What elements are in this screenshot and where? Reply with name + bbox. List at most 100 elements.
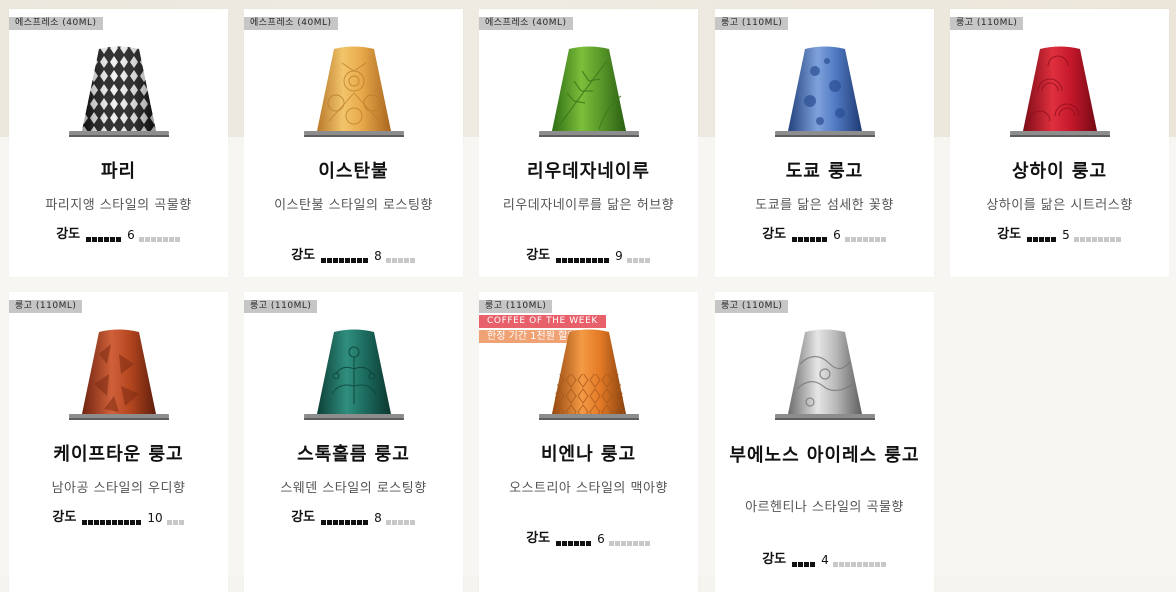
intensity-dot-empty: [626, 257, 632, 263]
product-card-vienna-lungo[interactable]: 룽고 (110ML) COFFEE OF THE WEEK 한정 기간 1천원 …: [479, 292, 698, 592]
size-tag: 룽고 (110ML): [9, 300, 83, 313]
intensity-value: 10: [147, 510, 163, 525]
intensity-label: 강도: [291, 248, 316, 263]
product-description: 파리지앵 스타일의 곡물향: [45, 198, 192, 213]
intensity-dot-filled: [792, 236, 798, 242]
product-description: 아르헨티나 스타일의 곡물향: [745, 500, 904, 515]
intensity-label: 강도: [526, 248, 551, 263]
product-description: 도쿄를 닮은 섬세한 꽃향: [755, 198, 894, 213]
intensity-dot-filled: [88, 519, 94, 525]
intensity-dot-filled: [321, 519, 327, 525]
intensity-dot-empty: [150, 236, 156, 242]
size-tag: 룽고 (110ML): [950, 17, 1024, 30]
intensity-filled-dots: [86, 232, 122, 242]
intensity-dot-empty: [156, 236, 162, 242]
intensity-dot-empty: [880, 561, 886, 567]
intensity-dot-filled: [574, 257, 580, 263]
intensity-dot-empty: [844, 561, 850, 567]
intensity-dot-filled: [580, 257, 586, 263]
buenosaires-capsule-image: [775, 329, 875, 420]
product-card-buenosaires-lungo[interactable]: 룽고 (110ML) 부에노스 아이레스 룽고 아르헨티나 스타일의 곡물향 강…: [715, 292, 934, 592]
intensity-label: 강도: [291, 510, 316, 525]
intensity-dot-filled: [333, 519, 339, 525]
intensity-dot-filled: [351, 519, 357, 525]
intensity-dot-empty: [608, 540, 614, 546]
intensity-dot-empty: [1091, 236, 1097, 242]
intensity-dot-empty: [409, 257, 415, 263]
intensity-dot-empty: [614, 540, 620, 546]
intensity-dot-filled: [124, 519, 130, 525]
intensity-dot-empty: [1109, 236, 1115, 242]
size-tag: 에스프레소 (40ML): [9, 17, 103, 30]
intensity-dot-filled: [1051, 236, 1057, 242]
intensity-empty-dots: [608, 536, 651, 546]
intensity-dot-filled: [574, 540, 580, 546]
intensity-dot-filled: [86, 236, 92, 242]
intensity-value: 8: [374, 510, 382, 525]
intensity-dot-filled: [321, 257, 327, 263]
intensity-dot-empty: [174, 236, 180, 242]
intensity-dot-empty: [880, 236, 886, 242]
intensity-dot-empty: [838, 561, 844, 567]
intensity-dot-filled: [339, 519, 345, 525]
product-card-istanbul[interactable]: 에스프레소 (40ML) 이스탄불 이스탄불 스타일의 로스팅향 강도 8: [244, 9, 463, 277]
intensity-dot-filled: [804, 236, 810, 242]
product-name: 상하이 룽고: [1011, 161, 1108, 182]
product-card-capetown-lungo[interactable]: 룽고 (110ML) 케이프타운 룽고 남아공 스타일의 우디향 강도 10: [9, 292, 228, 592]
intensity-dot-filled: [816, 236, 822, 242]
intensity-dot-empty: [626, 540, 632, 546]
intensity-label: 강도: [762, 227, 787, 242]
intensity-dot-empty: [638, 540, 644, 546]
product-name: 리우데자네이루: [527, 161, 650, 182]
product-card-stockholm-lungo[interactable]: 룽고 (110ML) 스톡홀름 룽고 스웨덴 스타일의 로스팅향 강도 8: [244, 292, 463, 592]
size-tag: 룽고 (110ML): [715, 17, 789, 30]
intensity-dot-filled: [106, 519, 112, 525]
intensity-dot-filled: [363, 519, 369, 525]
intensity-filled-dots: [321, 515, 369, 525]
product-description: 남아공 스타일의 우디향: [51, 481, 186, 496]
intensity-empty-dots: [844, 232, 887, 242]
intensity-value: 6: [597, 531, 605, 546]
product-description: 리우데자네이루를 닮은 허브향: [502, 198, 675, 213]
intensity-dot-empty: [1115, 236, 1121, 242]
intensity-dot-filled: [804, 561, 810, 567]
intensity-dot-filled: [810, 561, 816, 567]
intensity-dot-empty: [168, 236, 174, 242]
intensity-dot-filled: [562, 257, 568, 263]
product-card-rio[interactable]: 에스프레소 (40ML) 리우데자네이루 리우데자네이루를 닮은 허브향 강도 9: [479, 9, 698, 277]
intensity-dot-filled: [604, 257, 610, 263]
intensity-dot-empty: [178, 519, 184, 525]
intensity-dot-filled: [1027, 236, 1033, 242]
intensity-label: 강도: [56, 227, 81, 242]
product-card-shanghai-lungo[interactable]: 룽고 (110ML) 상하이 룽고 상하이를 닮은 시트러스향 강도 5: [950, 9, 1169, 277]
size-tag: 룽고 (110ML): [715, 300, 789, 313]
intensity-dot-empty: [850, 236, 856, 242]
product-card-paris[interactable]: 에스프레소 (40ML) 파리 파리지앵 스타일의 곡물향 강도 6: [9, 9, 228, 277]
product-card-tokyo-lungo[interactable]: 룽고 (110ML) 도쿄 룽고 도쿄를 닮은 섬세한 꽃향 강도 6: [715, 9, 934, 277]
tokyo-capsule-image: [775, 46, 875, 137]
intensity-dot-filled: [568, 540, 574, 546]
size-tag: 에스프레소 (40ML): [479, 17, 573, 30]
intensity-dot-empty: [844, 236, 850, 242]
intensity-dot-filled: [92, 236, 98, 242]
intensity-filled-dots: [556, 253, 610, 263]
paris-capsule-image: [69, 46, 169, 137]
size-tag: 룽고 (110ML): [479, 300, 553, 313]
product-name: 부에노스 아이레스 룽고: [729, 445, 920, 466]
intensity-value: 4: [821, 552, 829, 567]
intensity-dot-empty: [856, 236, 862, 242]
intensity-dot-empty: [172, 519, 178, 525]
intensity-dot-filled: [116, 236, 122, 242]
intensity-dot-filled: [592, 257, 598, 263]
intensity-dot-filled: [136, 519, 142, 525]
intensity-filled-dots: [82, 515, 142, 525]
product-description: 이스탄불 스타일의 로스팅향: [274, 198, 433, 213]
intensity-dot-filled: [363, 257, 369, 263]
intensity-dot-empty: [874, 561, 880, 567]
intensity-dot-filled: [112, 519, 118, 525]
intensity-dot-empty: [138, 236, 144, 242]
intensity-dot-filled: [586, 540, 592, 546]
intensity-dot-filled: [345, 519, 351, 525]
intensity-filled-dots: [321, 253, 369, 263]
vienna-capsule-image: [539, 329, 639, 420]
